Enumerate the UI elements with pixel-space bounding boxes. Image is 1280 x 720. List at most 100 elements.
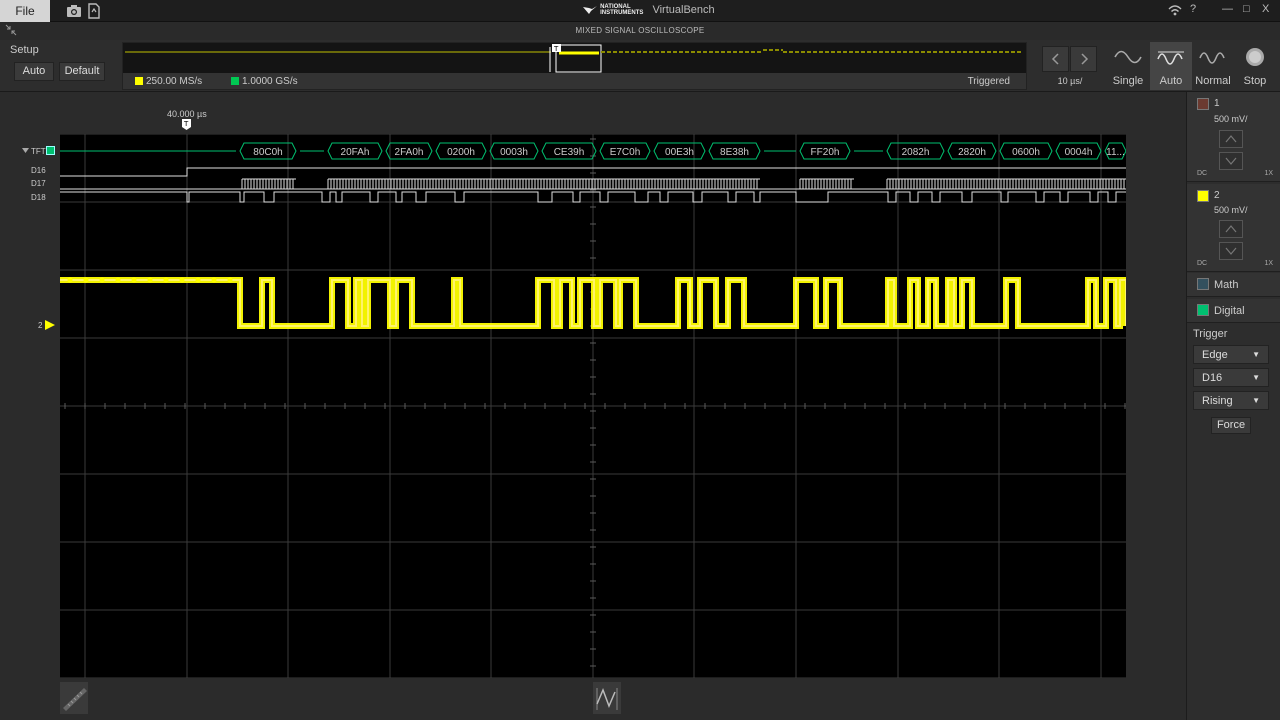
acquisition-overview[interactable]: T 250.00 MS/s 1.0000 GS/s Triggered	[122, 42, 1027, 90]
channel-2-scale-up-button[interactable]	[1219, 220, 1243, 238]
channel-1-scale-down-button[interactable]	[1219, 152, 1243, 170]
bus-value-label: 80C0h	[253, 147, 282, 158]
analog-trace-ch2	[60, 277, 1126, 329]
trigger-type-select[interactable]: Edge ▼	[1193, 345, 1269, 364]
overview-waveform-strip[interactable]: T	[123, 43, 1026, 73]
camera-icon[interactable]	[66, 3, 82, 19]
bus-value-label: 20FAh	[341, 147, 370, 158]
analog-sample-dot	[83, 277, 89, 283]
instrument-header: MIXED SIGNAL OSCILLOSCOPE	[0, 22, 1280, 40]
channel-2-coupling[interactable]: DC	[1197, 260, 1207, 267]
bus-value-label: E7C0h	[610, 147, 641, 158]
stop-circle-icon	[1246, 48, 1264, 66]
bus-color-swatch[interactable]	[46, 146, 55, 155]
digital-trace-d17-burst	[799, 179, 852, 189]
analog-channel-marker-label: 2	[38, 321, 43, 330]
math-label: Math	[1214, 279, 1239, 291]
chevron-right-icon	[1080, 53, 1088, 65]
bus-value-label: 0200h	[447, 147, 475, 158]
export-file-icon[interactable]	[88, 3, 100, 19]
maximize-button[interactable]: □	[1243, 3, 1250, 15]
channel-2-settings[interactable]: 2 500 mV/ DC 1X	[1187, 184, 1280, 272]
overview-trigger-marker-icon: T	[552, 44, 561, 53]
digital-channel-label-tft: TFT	[31, 147, 46, 156]
analog-channel-marker-icon[interactable]	[44, 319, 56, 331]
cursor-measure-button[interactable]	[593, 682, 621, 714]
bus-value-label: 2082h	[902, 147, 930, 158]
chevron-down-icon	[1225, 157, 1237, 165]
stop-acquisition-button[interactable]: Stop	[1234, 42, 1276, 90]
math-color-swatch[interactable]	[1197, 278, 1209, 290]
timebase-value: 10 µs/	[1057, 76, 1083, 86]
digital-channel-label-d16: D16	[31, 166, 46, 175]
waveform-display[interactable]: 80C0h 20FAh 2FA0h 0200h 0003h CE39h E7C0h 00E3h…	[60, 134, 1126, 678]
analog-sample-dot	[147, 277, 153, 283]
single-acquisition-button[interactable]: Single	[1107, 42, 1149, 90]
trigger-status: Triggered	[967, 76, 1010, 87]
math-channel-row[interactable]: Math	[1187, 273, 1280, 297]
trigger-source-select[interactable]: D16 ▼	[1193, 368, 1269, 387]
ruler-icon	[63, 688, 87, 711]
svg-text:T: T	[553, 45, 559, 53]
analog-sample-dot	[99, 277, 105, 283]
digital-trace-d17-burst	[327, 179, 758, 189]
minimize-button[interactable]: —	[1222, 3, 1233, 15]
channel-1-scale: 500 mV/	[1214, 114, 1248, 124]
digital-channel-row[interactable]: Digital	[1187, 299, 1280, 323]
digital-channel-label-d18: D18	[31, 193, 46, 202]
bus-value-label: 2FA0h	[395, 147, 424, 158]
auto-setup-button[interactable]: Auto	[14, 62, 54, 81]
normal-acquisition-button[interactable]: Normal	[1192, 42, 1234, 90]
help-button[interactable]: ?	[1190, 3, 1196, 15]
analog-sample-dot	[227, 277, 233, 283]
overview-status: 250.00 MS/s 1.0000 GS/s Triggered	[123, 73, 1026, 89]
measure-ruler-button[interactable]	[60, 682, 88, 714]
auto-acquisition-button[interactable]: Auto	[1150, 42, 1192, 90]
timebase-decrease-button[interactable]	[1042, 46, 1069, 72]
close-button[interactable]: X	[1262, 3, 1269, 15]
trigger-position-readout: 40.000 µs	[167, 109, 207, 119]
analog-sample-dot	[163, 277, 169, 283]
overview-waveform: T	[125, 44, 1023, 73]
bus-value-label: FF20h	[811, 147, 840, 158]
app-window: File NATIONAL INSTRUMENTS VirtualBench ? …	[0, 0, 1280, 720]
bus-expand-icon[interactable]	[22, 147, 30, 155]
digital-color-swatch-panel[interactable]	[1197, 304, 1209, 316]
channel-1-number: 1	[1214, 98, 1220, 109]
cursor-waveform-icon	[596, 687, 618, 710]
channel-1-probe[interactable]: 1X	[1264, 170, 1273, 177]
file-menu-button[interactable]: File	[0, 0, 50, 22]
channel-2-color-swatch[interactable]	[1197, 190, 1209, 202]
dropdown-arrow-icon: ▼	[1252, 350, 1260, 359]
analog-color-swatch	[135, 77, 143, 86]
svg-text:T: T	[183, 120, 189, 128]
channel-2-scale-down-button[interactable]	[1219, 242, 1243, 260]
chevron-down-icon	[1225, 247, 1237, 255]
dropdown-arrow-icon: ▼	[1252, 373, 1260, 382]
analog-sample-dot	[195, 277, 201, 283]
default-setup-button[interactable]: Default	[59, 62, 105, 81]
analog-sample-dot	[131, 277, 137, 283]
channel-2-probe[interactable]: 1X	[1264, 260, 1273, 267]
channel-1-settings[interactable]: 1 500 mV/ DC 1X	[1187, 92, 1280, 182]
channel-1-coupling[interactable]: DC	[1197, 170, 1207, 177]
chevron-up-icon	[1225, 225, 1237, 233]
waveform-graph: 80C0h 20FAh 2FA0h 0200h 0003h CE39h E7C0h 00E3h…	[60, 134, 1126, 678]
bus-value-label: 8E38h	[720, 147, 749, 158]
chevron-up-icon	[1225, 135, 1237, 143]
timebase-increase-button[interactable]	[1070, 46, 1097, 72]
channel-1-color-swatch[interactable]	[1197, 98, 1209, 110]
sample-rate-digital: 1.0000 GS/s	[231, 76, 298, 87]
channel-1-scale-up-button[interactable]	[1219, 130, 1243, 148]
ni-eagle-logo-icon	[583, 6, 597, 15]
digital-color-swatch	[231, 77, 239, 86]
trigger-slope-select[interactable]: Rising ▼	[1193, 391, 1269, 410]
bus-value-label: 0600h	[1012, 147, 1040, 158]
wifi-icon[interactable]	[1168, 4, 1182, 20]
analog-sample-dot	[67, 277, 73, 283]
digital-label: Digital	[1214, 305, 1245, 317]
channel-2-scale: 500 mV/	[1214, 205, 1248, 215]
force-trigger-button[interactable]: Force	[1211, 417, 1251, 434]
auto-sine-icon	[1157, 51, 1184, 65]
trigger-position-marker-icon[interactable]: T	[181, 119, 193, 131]
